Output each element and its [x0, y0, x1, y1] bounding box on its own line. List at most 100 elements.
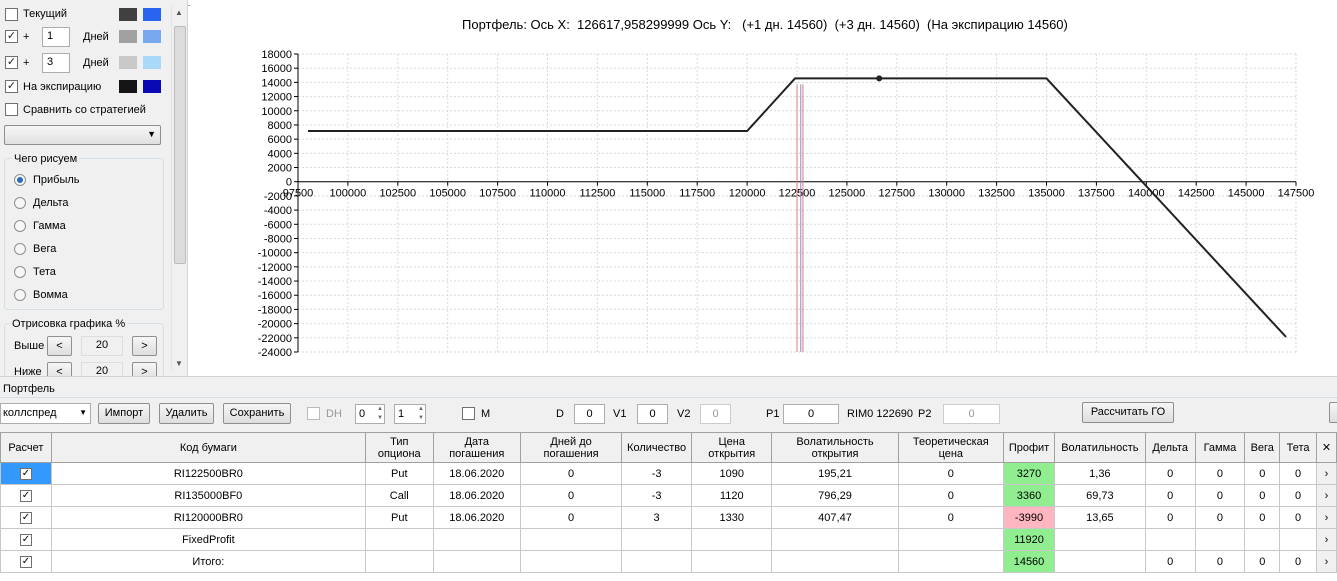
- calc-cell[interactable]: ✓: [0, 484, 52, 507]
- type-cell[interactable]: Put: [364, 506, 434, 529]
- vega-cell[interactable]: 0: [1244, 462, 1281, 485]
- row-action-button[interactable]: ›: [1316, 462, 1337, 485]
- col-header-vol-open[interactable]: Волатильность открытия: [771, 432, 899, 463]
- delta-cell[interactable]: 0: [1144, 462, 1196, 485]
- price-cell[interactable]: 1330: [691, 506, 773, 529]
- vega-cell[interactable]: 0: [1244, 484, 1281, 507]
- above-value[interactable]: 20: [81, 336, 123, 356]
- compare-checkbox[interactable]: [5, 103, 18, 116]
- calc-checkbox[interactable]: ✓: [19, 467, 32, 480]
- theo-cell[interactable]: 0: [897, 506, 1005, 529]
- profit-chart[interactable]: 18000 16000 14000 12000 10000 8000 6000 4000 200…: [190, 0, 1337, 378]
- days-cell[interactable]: 0: [519, 462, 623, 485]
- theta-cell[interactable]: 0: [1279, 484, 1317, 507]
- vol-open-cell[interactable]: 407,47: [771, 506, 899, 529]
- vol-open-cell[interactable]: 195,21: [771, 462, 899, 485]
- plus1-checkbox[interactable]: ✓: [5, 30, 18, 43]
- qty-cell[interactable]: -3: [621, 462, 693, 485]
- row-action-button[interactable]: ›: [1316, 550, 1337, 573]
- table-row[interactable]: ✓ RI120000BR0 Put 18.06.2020 0 3 1330 407,47 0 -3…: [0, 506, 1337, 529]
- date-cell[interactable]: 18.06.2020: [432, 506, 521, 529]
- dh-checkbox[interactable]: [307, 407, 320, 420]
- theta-cell[interactable]: 0: [1279, 462, 1317, 485]
- plus3-color-2[interactable]: [143, 56, 161, 69]
- below-increase-button[interactable]: >: [132, 362, 157, 376]
- plus1-color-2[interactable]: [143, 30, 161, 43]
- type-cell[interactable]: [364, 550, 434, 573]
- above-increase-button[interactable]: >: [132, 336, 157, 356]
- v2-input[interactable]: 0: [700, 404, 731, 424]
- expiry-color-1[interactable]: [119, 80, 137, 93]
- gamma-cell[interactable]: [1194, 528, 1246, 551]
- theta-cell[interactable]: 0: [1279, 550, 1317, 573]
- radio-delta[interactable]: [14, 197, 26, 209]
- below-decrease-button[interactable]: <: [47, 362, 72, 376]
- qty-cell[interactable]: 3: [621, 506, 693, 529]
- price-cell[interactable]: 1120: [691, 484, 773, 507]
- delete-button[interactable]: Удалить: [159, 403, 214, 424]
- col-header-type[interactable]: Тип опциона: [364, 432, 434, 463]
- vol-open-cell[interactable]: [771, 550, 899, 573]
- col-header-gamma[interactable]: Гамма: [1194, 432, 1246, 463]
- date-cell[interactable]: 18.06.2020: [432, 462, 521, 485]
- gamma-cell[interactable]: 0: [1194, 462, 1246, 485]
- portfolio-select[interactable]: коллспред ▼: [0, 403, 91, 424]
- qty-cell[interactable]: [621, 528, 693, 551]
- type-cell[interactable]: Put: [364, 462, 434, 485]
- row-action-button[interactable]: ›: [1316, 484, 1337, 507]
- radio-profit[interactable]: [14, 174, 26, 186]
- table-row[interactable]: ✓ FixedProfit 11920 ›: [0, 528, 1337, 551]
- calc-checkbox[interactable]: ✓: [19, 511, 32, 524]
- current-color-1[interactable]: [119, 8, 137, 21]
- radio-theta[interactable]: [14, 266, 26, 278]
- vol-cell[interactable]: 13,65: [1053, 506, 1146, 529]
- save-button[interactable]: Сохранить: [223, 403, 291, 424]
- col-header-profit[interactable]: Профит: [1003, 432, 1055, 463]
- price-cell[interactable]: 1090: [691, 462, 773, 485]
- calculate-go-button[interactable]: Рассчитать ГО: [1082, 402, 1174, 423]
- date-cell[interactable]: [432, 550, 521, 573]
- delta-cell[interactable]: [1144, 528, 1196, 551]
- vol-open-cell[interactable]: [771, 528, 899, 551]
- calc-checkbox[interactable]: ✓: [19, 555, 32, 568]
- below-value[interactable]: 20: [81, 362, 123, 376]
- col-header-vol[interactable]: Волатильность: [1053, 432, 1146, 463]
- col-header-vega[interactable]: Вега: [1244, 432, 1281, 463]
- plus3-color-1[interactable]: [119, 56, 137, 69]
- delta-cell[interactable]: 0: [1144, 550, 1196, 573]
- above-decrease-button[interactable]: <: [47, 336, 72, 356]
- profit-cell[interactable]: 3360: [1003, 484, 1055, 507]
- gamma-cell[interactable]: 0: [1194, 550, 1246, 573]
- stepper-arrows-icon[interactable]: ▲ ▼: [377, 405, 383, 423]
- vega-cell[interactable]: [1244, 528, 1281, 551]
- theta-cell[interactable]: 0: [1279, 506, 1317, 529]
- current-checkbox[interactable]: [5, 8, 18, 21]
- qty-cell[interactable]: -3: [621, 484, 693, 507]
- delta-cell[interactable]: 0: [1144, 484, 1196, 507]
- p1-input[interactable]: 0: [783, 404, 839, 424]
- theta-cell[interactable]: [1279, 528, 1317, 551]
- row-action-button[interactable]: ›: [1316, 528, 1337, 551]
- vol-cell[interactable]: [1053, 528, 1146, 551]
- col-header-theo[interactable]: Теоретическая цена: [897, 432, 1005, 463]
- col-header-qty[interactable]: Количество: [621, 432, 693, 463]
- vol-cell[interactable]: [1053, 550, 1146, 573]
- strategy-select[interactable]: ▼: [4, 125, 161, 145]
- days-cell[interactable]: 0: [519, 506, 623, 529]
- qty-cell[interactable]: [621, 550, 693, 573]
- days-cell[interactable]: [519, 528, 623, 551]
- calc-cell[interactable]: ✓: [0, 550, 52, 573]
- stepper-arrows-icon[interactable]: ▲ ▼: [418, 405, 424, 423]
- d-input[interactable]: 0: [574, 404, 605, 424]
- scroll-thumb[interactable]: [174, 26, 186, 264]
- plus1-days-input[interactable]: 1: [42, 27, 70, 47]
- row-action-button[interactable]: ›: [1316, 506, 1337, 529]
- calc-cell[interactable]: ✓: [0, 528, 52, 551]
- theo-cell[interactable]: 0: [897, 462, 1005, 485]
- calc-cell[interactable]: ✓: [0, 506, 52, 529]
- vol-open-cell[interactable]: 796,29: [771, 484, 899, 507]
- left-panel-scrollbar[interactable]: ▲ ▼: [171, 6, 187, 370]
- scroll-down-icon[interactable]: ▼: [175, 359, 183, 368]
- plus3-days-input[interactable]: 3: [42, 53, 70, 73]
- radio-gamma[interactable]: [14, 220, 26, 232]
